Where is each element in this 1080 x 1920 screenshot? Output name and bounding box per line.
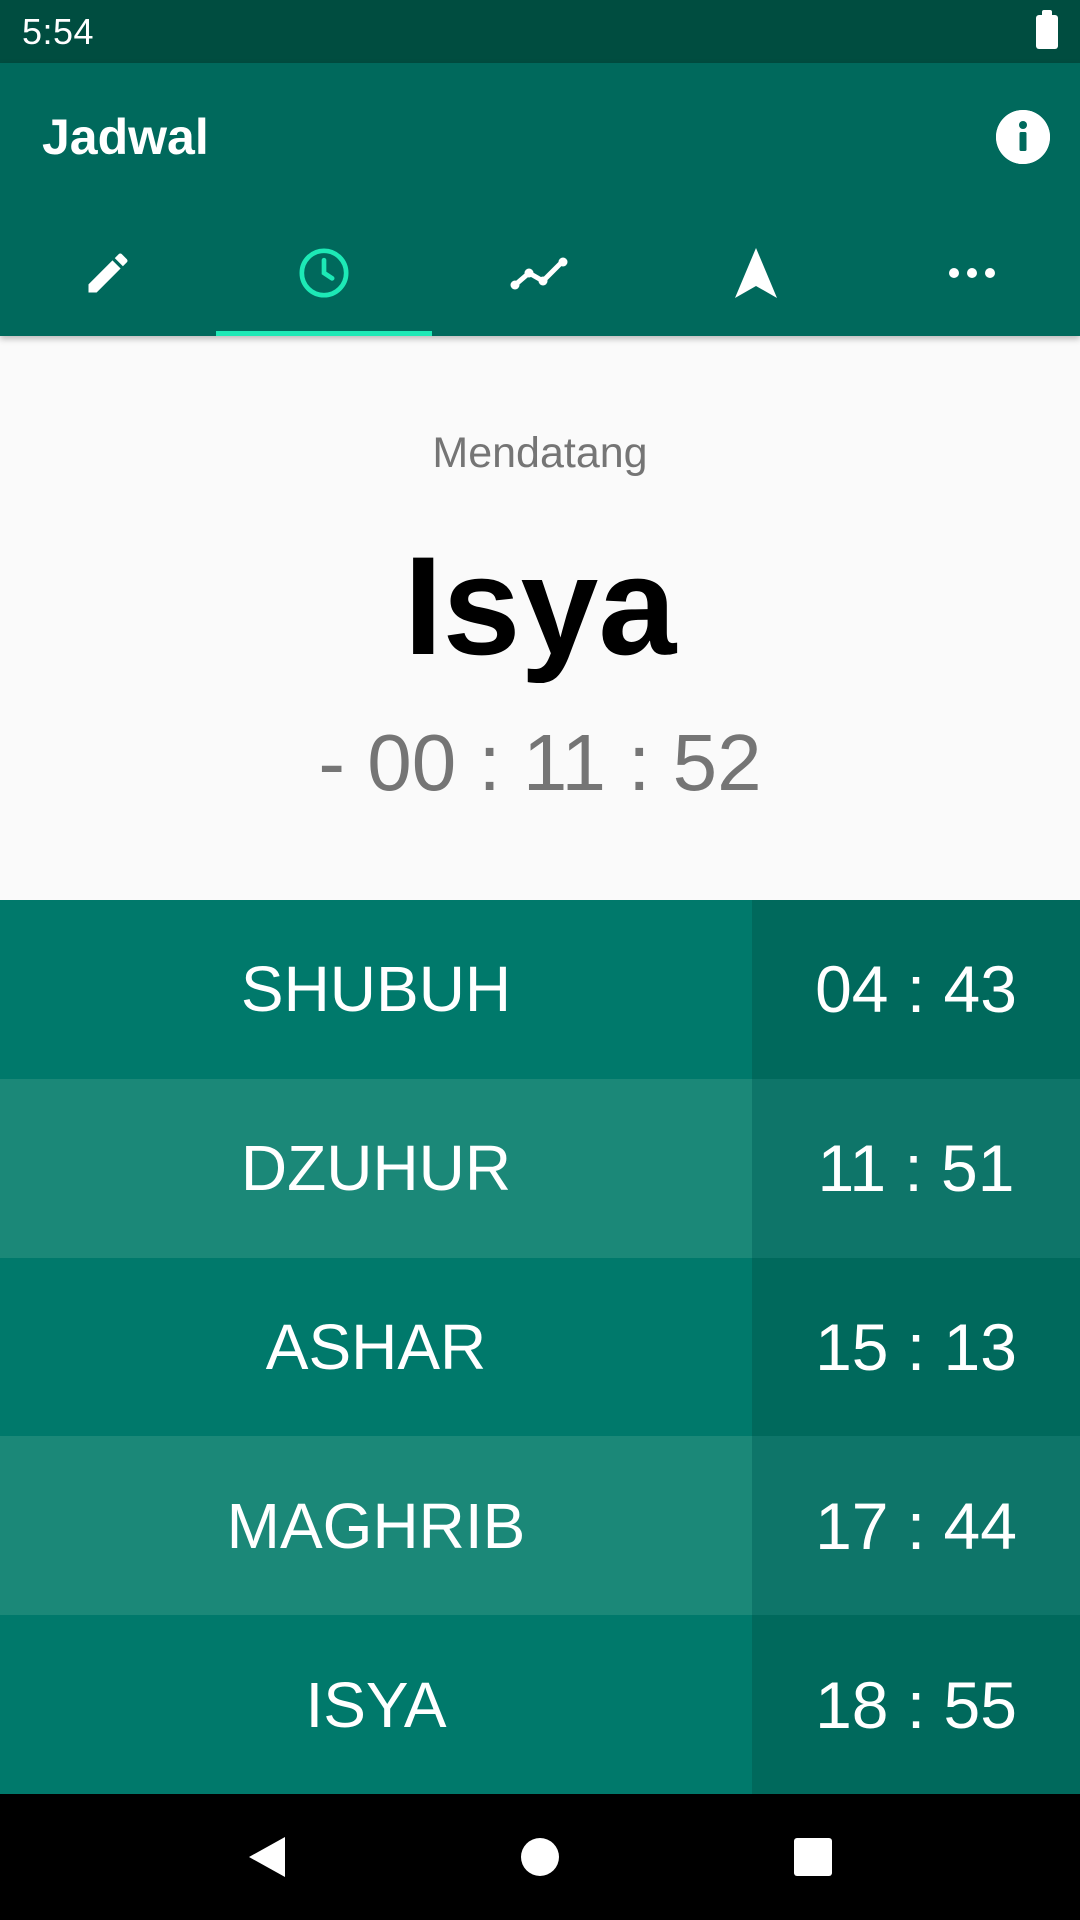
tab-bar — [0, 210, 1080, 336]
prayer-times-list: SHUBUH 04 : 43 DZUHUR 11 : 51 ASHAR 15 :… — [0, 900, 1080, 1794]
prayer-time: 15 : 13 — [752, 1257, 1080, 1437]
prayer-name: ASHAR — [0, 1257, 752, 1437]
tab-chart[interactable] — [432, 210, 648, 336]
more-horizontal-icon — [948, 266, 996, 280]
prayer-name: MAGHRIB — [0, 1436, 752, 1616]
countdown: - 00 : 11 : 52 — [318, 718, 762, 807]
tab-more[interactable] — [864, 210, 1080, 336]
prayer-row-isya[interactable]: ISYA 18 : 55 — [0, 1615, 1080, 1794]
prayer-time: 18 : 55 — [752, 1615, 1080, 1794]
info-icon[interactable] — [996, 109, 1050, 164]
prayer-row-shubuh[interactable]: SHUBUH 04 : 43 — [0, 900, 1080, 1079]
system-nav-bar — [0, 1794, 1080, 1920]
back-icon[interactable] — [227, 1817, 307, 1897]
toolbar: Jadwal — [0, 63, 1080, 210]
prayer-name: DZUHUR — [0, 1078, 752, 1258]
prayer-name: ISYA — [0, 1615, 752, 1794]
prayer-time: 11 : 51 — [752, 1078, 1080, 1258]
prayer-row-dzuhur[interactable]: DZUHUR 11 : 51 — [0, 1078, 1080, 1258]
prayer-time: 04 : 43 — [752, 900, 1080, 1079]
home-icon[interactable] — [500, 1817, 580, 1897]
upcoming-label: Mendatang — [432, 429, 648, 477]
edit-icon — [82, 247, 134, 299]
upcoming-prayer-name: Isya — [403, 527, 677, 684]
tab-edit[interactable] — [0, 210, 216, 336]
status-time: 5:54 — [22, 10, 95, 52]
navigation-arrow-icon — [733, 246, 779, 300]
clock-icon — [296, 245, 352, 301]
prayer-row-maghrib[interactable]: MAGHRIB 17 : 44 — [0, 1436, 1080, 1616]
prayer-time: 17 : 44 — [752, 1436, 1080, 1616]
tab-qibla[interactable] — [648, 210, 864, 336]
recents-icon[interactable] — [773, 1817, 853, 1897]
prayer-row-ashar[interactable]: ASHAR 15 : 13 — [0, 1257, 1080, 1437]
app-title: Jadwal — [42, 108, 209, 165]
status-bar: 5:54 — [0, 0, 1080, 63]
app-bar: Jadwal — [0, 63, 1080, 336]
battery-full-icon — [1036, 9, 1058, 49]
prayer-name: SHUBUH — [0, 900, 752, 1079]
tab-schedule[interactable] — [216, 210, 432, 336]
chart-line-icon — [509, 253, 571, 293]
upcoming-panel: Mendatang Isya - 00 : 11 : 52 — [0, 336, 1080, 900]
